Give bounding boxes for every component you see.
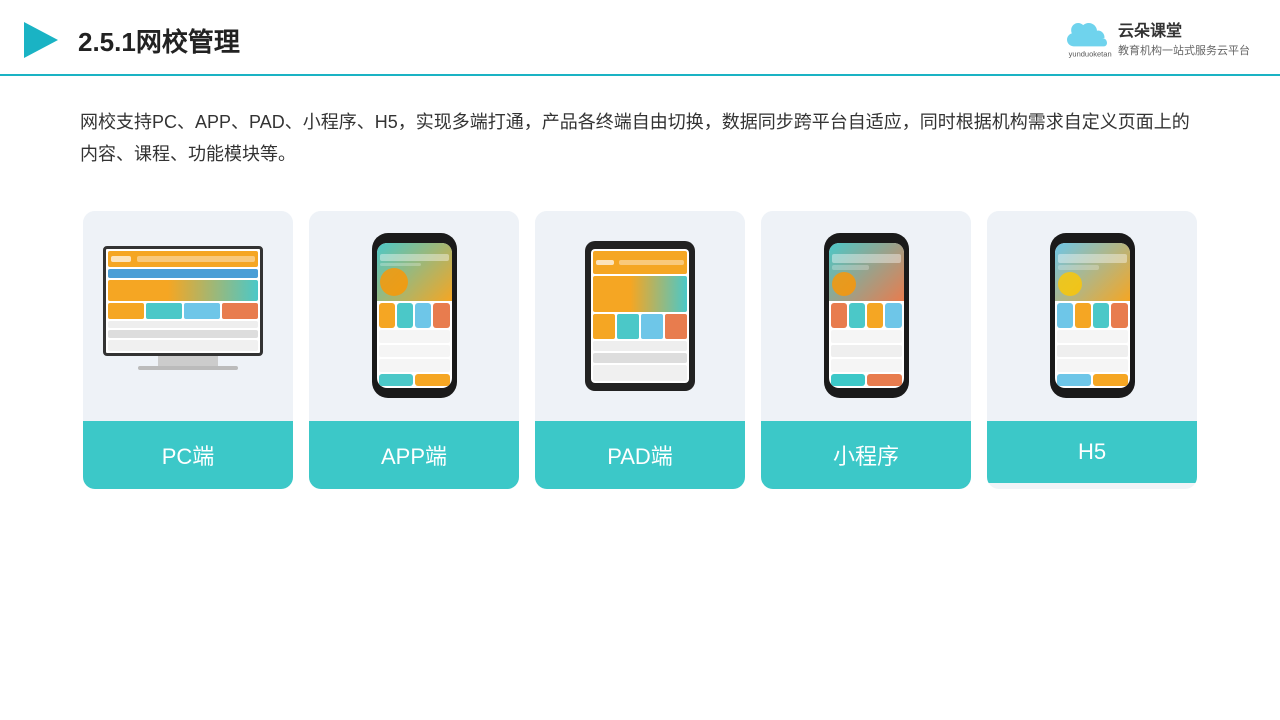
sc-row1: [108, 321, 258, 328]
page-title: 2.5.1网校管理: [78, 22, 240, 59]
ph-bottom-app: [379, 374, 450, 386]
card-app-image: [309, 211, 519, 421]
phone-screen-mini: [829, 243, 904, 388]
card-pad-image: [535, 211, 745, 421]
ph-bottom-h5: [1057, 374, 1128, 386]
phone-screen-h5: [1055, 243, 1130, 388]
tablet-sc-grid: [593, 314, 687, 340]
ph-list-mini: [831, 330, 902, 372]
ph-list-h5: [1057, 330, 1128, 372]
ph-banner-h5: [1055, 243, 1130, 301]
card-miniprogram-label: 小程序: [761, 421, 971, 489]
header-left: 2.5.1网校管理: [20, 18, 240, 62]
tablet-sc-row1: [593, 341, 687, 351]
tablet-screen-content: [591, 249, 689, 383]
ph-icons-h5: [1057, 303, 1128, 328]
phone-mockup-mini: [824, 233, 909, 398]
cards-container: PC端: [0, 191, 1280, 519]
ph-bottom-mini: [831, 374, 902, 386]
tablet-sc-header: [593, 251, 687, 274]
phone-notch-h5: [1077, 237, 1107, 243]
brand-text: 云朵课堂 教育机构一站式服务云平台: [1118, 21, 1250, 59]
phone-mockup-app: [372, 233, 457, 398]
desktop-screen-content: [106, 249, 260, 353]
tablet-sc-row2: [593, 353, 687, 363]
sc-grid: [108, 303, 258, 320]
phone-content-h5: [1055, 243, 1130, 388]
brand-name: 云朵课堂: [1118, 21, 1250, 43]
card-h5: H5: [987, 211, 1197, 489]
desktop-screen: [103, 246, 263, 356]
ph-icons-app: [379, 303, 450, 328]
brand-logo: yunduoketang.com 云朵课堂 教育机构一站式服务云平台: [1062, 21, 1250, 59]
card-miniprogram: 小程序: [761, 211, 971, 489]
description-text: 网校支持PC、APP、PAD、小程序、H5，实现多端打通，产品各终端自由切换，数…: [0, 76, 1280, 191]
phone-mockup-h5: [1050, 233, 1135, 398]
ph-icons-mini: [831, 303, 902, 328]
card-miniprogram-image: [761, 211, 971, 421]
ph-body-app: [377, 301, 452, 388]
phone-content-app: [377, 243, 452, 388]
sc-hero: [108, 280, 258, 300]
card-pad: PAD端: [535, 211, 745, 489]
phone-screen-app: [377, 243, 452, 388]
sc-nav: [108, 269, 258, 278]
ph-list-app: [379, 330, 450, 372]
ph-banner-mini: [829, 243, 904, 301]
card-pad-label: PAD端: [535, 421, 745, 489]
sc-header: [108, 251, 258, 268]
tablet-sc-footer: [593, 365, 687, 380]
card-pc-label: PC端: [83, 421, 293, 489]
tablet-sc-hero: [593, 276, 687, 312]
ph-body-mini: [829, 301, 904, 388]
header-right: yunduoketang.com 云朵课堂 教育机构一站式服务云平台: [1062, 21, 1250, 59]
ph-banner-app: [377, 243, 452, 301]
phone-notch-mini: [851, 237, 881, 243]
card-app-label: APP端: [309, 421, 519, 489]
card-pc-image: [83, 211, 293, 421]
phone-notch-app: [399, 237, 429, 243]
brand-tagline: 教育机构一站式服务云平台: [1118, 44, 1250, 59]
card-app: APP端: [309, 211, 519, 489]
cloud-icon: yunduoketang.com: [1062, 23, 1112, 58]
card-h5-image: [987, 211, 1197, 421]
tablet-screen: [591, 249, 689, 383]
sc-footer: [108, 340, 258, 351]
card-h5-label: H5: [987, 421, 1197, 483]
sc-row2: [108, 330, 258, 337]
phone-content-mini: [829, 243, 904, 388]
desktop-stand: [158, 356, 218, 370]
tablet-mockup: [585, 241, 695, 391]
ph-body-h5: [1055, 301, 1130, 388]
header: 2.5.1网校管理 yunduoketang.com 云朵课堂 教育机构一站式服…: [0, 0, 1280, 76]
svg-text:yunduoketang.com: yunduoketang.com: [1069, 49, 1112, 58]
card-pc: PC端: [83, 211, 293, 489]
desktop-mockup: [103, 246, 273, 386]
play-logo-icon: [20, 18, 64, 62]
